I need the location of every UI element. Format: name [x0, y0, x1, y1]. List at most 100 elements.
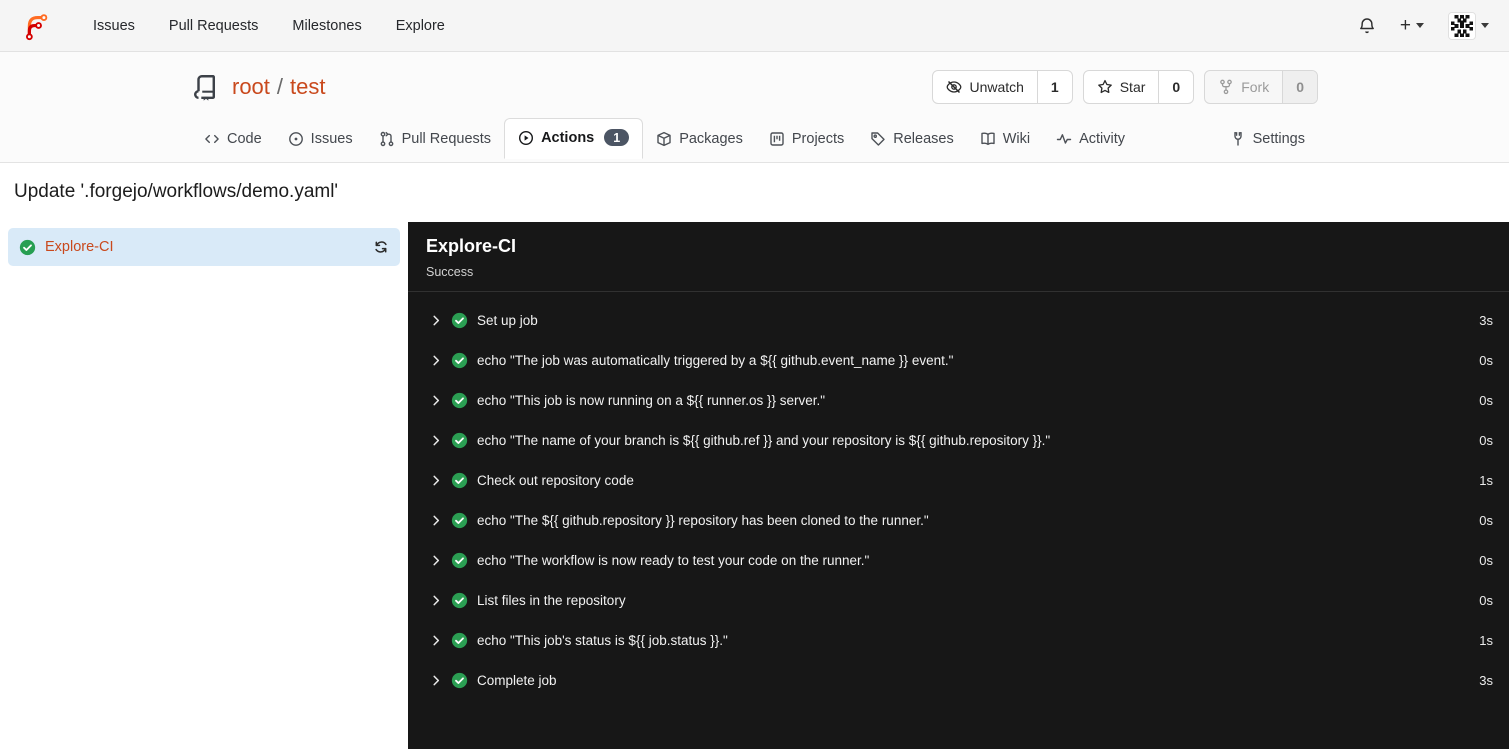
chevron-right-icon: [433, 435, 440, 445]
workflow-run-title: Update '.forgejo/workflows/demo.yaml': [14, 181, 339, 202]
nav-item-issues[interactable]: Issues: [76, 18, 152, 34]
rerun-job-button[interactable]: [373, 239, 389, 255]
bell-icon: [1359, 17, 1374, 33]
tab-code[interactable]: Code: [191, 120, 275, 159]
check-circle-icon: [451, 672, 468, 688]
job-log-panel: Explore-CI Success Set up job 3s echo "T…: [408, 222, 1509, 749]
user-menu-button[interactable]: [1448, 11, 1489, 40]
plus-icon: +: [1399, 15, 1411, 36]
tab-projects[interactable]: Projects: [756, 120, 857, 159]
tab-activity[interactable]: Activity: [1043, 120, 1138, 159]
tab-wiki[interactable]: Wiki: [967, 120, 1043, 159]
eye-slash-icon: [947, 80, 962, 94]
check-circle-icon: [451, 312, 468, 328]
nav-item-pull-requests[interactable]: Pull Requests: [152, 18, 275, 34]
step-name: echo "This job is now running on a ${{ r…: [477, 392, 826, 408]
step-row[interactable]: echo "This job's status is ${{ job.statu…: [431, 620, 1493, 660]
package-icon: [657, 131, 671, 147]
step-duration: 0s: [1479, 432, 1493, 448]
repo-header: root / test Unwatch 1 Star 0 Fork 0 Code…: [0, 52, 1509, 163]
actions-count-badge: 1: [604, 129, 630, 146]
fork-button-group: Fork 0: [1204, 70, 1318, 104]
watchers-count[interactable]: 1: [1036, 71, 1072, 103]
job-panel-header: Explore-CI Success: [408, 222, 1509, 292]
star-button-group: Star 0: [1082, 70, 1195, 104]
nav-item-explore[interactable]: Explore: [379, 18, 462, 34]
forgejo-logo[interactable]: [20, 11, 50, 41]
step-row[interactable]: echo "The workflow is now ready to test …: [431, 540, 1493, 580]
avatar: [1448, 11, 1476, 40]
forks-count: 0: [1282, 71, 1317, 103]
step-duration: 0s: [1479, 592, 1493, 608]
star-button[interactable]: Star: [1084, 71, 1159, 103]
top-navbar: Issues Pull Requests Milestones Explore …: [0, 0, 1509, 52]
tab-actions[interactable]: Actions 1: [504, 118, 644, 159]
step-name: echo "The job was automatically triggere…: [477, 352, 954, 368]
user-avatar-identicon: [1449, 12, 1475, 39]
stars-count[interactable]: 0: [1158, 71, 1193, 103]
repo-breadcrumb: root / test: [232, 74, 326, 100]
step-name: echo "This job's status is ${{ job.statu…: [477, 632, 728, 648]
fork-button: Fork: [1205, 71, 1282, 103]
repo-separator: /: [276, 74, 284, 99]
job-name: Explore-CI: [45, 239, 114, 255]
create-new-button[interactable]: +: [1400, 16, 1424, 35]
check-circle-icon: [451, 552, 468, 568]
step-duration: 1s: [1479, 632, 1493, 648]
job-status-text: Success: [426, 265, 474, 279]
forgejo-logo-icon: [26, 13, 48, 40]
code-icon: [205, 134, 219, 144]
tab-releases[interactable]: Releases: [857, 120, 966, 159]
chevron-right-icon: [433, 355, 440, 365]
chevron-down-icon: [1416, 23, 1424, 28]
step-duration: 3s: [1479, 672, 1493, 688]
tab-pull-requests[interactable]: Pull Requests: [366, 120, 504, 159]
repo-owner-link[interactable]: root: [232, 74, 270, 100]
step-duration: 0s: [1479, 512, 1493, 528]
step-row[interactable]: echo "The job was automatically triggere…: [431, 340, 1493, 380]
main-content: Explore-CI Explore-CI Success Set up job: [0, 222, 1509, 749]
check-circle-icon: [451, 592, 468, 608]
step-row[interactable]: echo "The ${{ github.repository }} repos…: [431, 500, 1493, 540]
check-circle-icon: [451, 472, 468, 488]
chevron-right-icon: [433, 675, 440, 685]
step-name: echo "The workflow is now ready to test …: [477, 552, 870, 568]
tab-settings[interactable]: Settings: [1217, 120, 1318, 159]
step-duration: 3s: [1479, 312, 1493, 328]
git-pull-request-icon: [380, 131, 393, 147]
fork-icon: [1220, 79, 1233, 95]
repo-icon: [191, 72, 221, 102]
star-icon: [1097, 79, 1112, 94]
chevron-right-icon: [433, 635, 440, 645]
notifications-button[interactable]: [1358, 17, 1376, 35]
jobs-sidebar: Explore-CI: [0, 222, 408, 749]
nav-item-milestones[interactable]: Milestones: [275, 18, 378, 34]
repo-name-link[interactable]: test: [290, 74, 325, 100]
step-row[interactable]: Complete job 3s: [431, 660, 1493, 700]
step-duration: 0s: [1479, 552, 1493, 568]
check-circle-icon: [451, 512, 468, 528]
job-item-explore-ci[interactable]: Explore-CI: [8, 228, 400, 266]
check-circle-icon: [451, 392, 468, 408]
tab-issues[interactable]: Issues: [275, 120, 366, 159]
tab-packages[interactable]: Packages: [643, 120, 756, 159]
unwatch-button[interactable]: Unwatch: [933, 71, 1036, 103]
repo-action-buttons: Unwatch 1 Star 0 Fork 0: [932, 70, 1318, 104]
step-name: echo "The ${{ github.repository }} repos…: [477, 512, 929, 528]
step-name: Set up job: [477, 312, 538, 328]
step-row[interactable]: Set up job 3s: [431, 300, 1493, 340]
chevron-right-icon: [433, 595, 440, 605]
tag-icon: [871, 132, 885, 146]
step-row[interactable]: List files in the repository 0s: [431, 580, 1493, 620]
book-icon: [981, 132, 995, 146]
step-row[interactable]: echo "This job is now running on a ${{ r…: [431, 380, 1493, 420]
issue-opened-icon: [288, 132, 303, 146]
step-row[interactable]: echo "The name of your branch is ${{ git…: [431, 420, 1493, 460]
step-name: echo "The name of your branch is ${{ git…: [477, 432, 1051, 448]
step-row[interactable]: Check out repository code 1s: [431, 460, 1493, 500]
chevron-right-icon: [433, 475, 440, 485]
project-board-icon: [770, 132, 784, 146]
step-name: List files in the repository: [477, 592, 626, 608]
pulse-icon: [1056, 134, 1072, 144]
play-circle-icon: [519, 130, 534, 145]
